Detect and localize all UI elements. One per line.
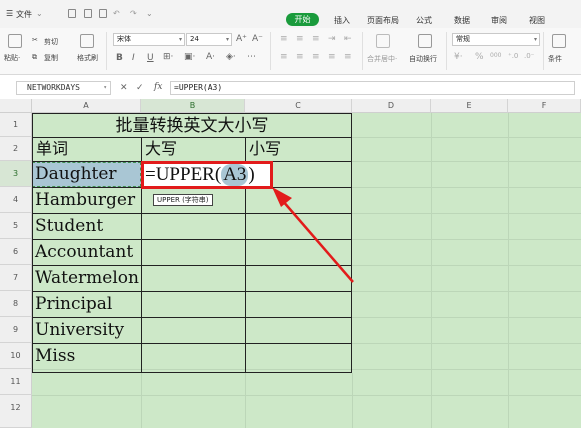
align-middle-icon[interactable]: ≡: [296, 34, 304, 44]
tab-view[interactable]: 视图: [529, 15, 545, 26]
cut-icon[interactable]: ✂: [32, 36, 38, 44]
align-right-icon[interactable]: ≡: [312, 52, 320, 62]
tab-review[interactable]: 审阅: [491, 15, 507, 26]
align-bottom-icon[interactable]: ≡: [312, 34, 320, 44]
chevron-down-icon: ▾: [178, 36, 182, 43]
italic-button[interactable]: I: [132, 53, 135, 63]
justify-icon[interactable]: ≡: [328, 52, 336, 62]
arrow-shaft: [281, 199, 354, 283]
ribbon-toolbar: 粘贴· ✂ 剪切 ⧉ 复制 格式刷 宋体 ▾ 24 ▾ A⁺ A⁻ B I U …: [0, 28, 581, 75]
fill-color-icon[interactable]: ▣·: [184, 52, 195, 62]
increase-font-icon[interactable]: A⁺: [236, 34, 247, 44]
tab-formulas[interactable]: 公式: [416, 15, 432, 26]
format-painter-button[interactable]: 格式刷: [77, 53, 98, 63]
wrap-text-icon[interactable]: [418, 34, 432, 48]
clear-format-icon[interactable]: ◈·: [226, 52, 236, 62]
outdent-icon[interactable]: ⇤: [344, 34, 352, 44]
thousands-button[interactable]: 000: [490, 52, 501, 59]
chevron-down-icon: ▾: [103, 84, 107, 91]
cancel-formula-icon[interactable]: ✕: [120, 83, 128, 93]
tab-insert[interactable]: 插入: [334, 15, 350, 26]
print-icon[interactable]: [84, 9, 92, 18]
chevron-down-icon[interactable]: ⌄: [36, 9, 43, 18]
arrow-head: [272, 187, 292, 207]
underline-button[interactable]: U: [147, 53, 154, 63]
wrap-text-button[interactable]: 自动换行: [409, 54, 437, 64]
name-box-value: NETWORKDAYS: [27, 83, 80, 92]
percent-button[interactable]: %: [475, 52, 484, 62]
file-menu[interactable]: 文件: [16, 9, 32, 20]
hamburger-menu-icon[interactable]: ☰: [6, 9, 13, 18]
formula-bar: NETWORKDAYS ▾ ✕ ✓ fx =UPPER(A3): [0, 79, 581, 97]
distributed-icon[interactable]: ≡: [344, 52, 352, 62]
increase-decimal-icon[interactable]: ⁺.0: [508, 52, 518, 60]
redo-icon[interactable]: ↷: [130, 9, 137, 18]
print-preview-icon[interactable]: [99, 9, 107, 18]
cut-button[interactable]: 剪切: [44, 37, 58, 47]
spreadsheet-grid[interactable]: A B C D E F 1 2 3 4 5 6 7 8 9 10 11 12 批…: [0, 99, 581, 428]
tab-page-layout[interactable]: 页面布局: [367, 15, 399, 26]
paste-icon[interactable]: [8, 34, 22, 48]
save-icon[interactable]: [68, 9, 76, 18]
align-top-icon[interactable]: ≡: [280, 34, 288, 44]
border-icon[interactable]: ⊞·: [163, 52, 173, 62]
chevron-down-icon: ▾: [533, 36, 537, 43]
font-name-select[interactable]: 宋体 ▾: [113, 33, 185, 46]
align-left-icon[interactable]: ≡: [280, 52, 288, 62]
decrease-font-icon[interactable]: A⁻: [252, 34, 263, 44]
number-format-select[interactable]: 常规 ▾: [452, 33, 540, 46]
indent-icon[interactable]: ⇥: [328, 34, 336, 44]
insert-function-button[interactable]: fx: [154, 82, 162, 92]
name-box[interactable]: NETWORKDAYS ▾: [16, 81, 111, 95]
conditional-format-icon[interactable]: [552, 34, 566, 48]
merge-center-button[interactable]: 合并居中·: [367, 54, 397, 64]
conditional-format-button[interactable]: 条件: [548, 54, 562, 64]
decrease-decimal-icon[interactable]: .0⁻: [524, 52, 534, 60]
align-center-icon[interactable]: ≡: [296, 52, 304, 62]
copy-icon[interactable]: ⧉: [32, 53, 37, 62]
paste-button[interactable]: 粘贴·: [4, 53, 20, 63]
currency-icon[interactable]: ¥·: [454, 52, 463, 62]
copy-button[interactable]: 复制: [44, 53, 58, 63]
confirm-formula-icon[interactable]: ✓: [136, 83, 144, 93]
annotation-arrow: [272, 187, 354, 283]
formula-input[interactable]: =UPPER(A3): [170, 81, 575, 95]
quick-access-chevron-icon[interactable]: ⌄: [146, 9, 153, 18]
font-size-select[interactable]: 24 ▾: [186, 33, 232, 46]
chevron-down-icon: ▾: [225, 36, 229, 43]
font-name-value: 宋体: [117, 35, 131, 43]
format-painter-icon[interactable]: [80, 34, 94, 48]
currency-symbol: ¥: [454, 52, 460, 62]
bold-button[interactable]: B: [116, 53, 123, 63]
font-color-icon[interactable]: A·: [206, 52, 215, 62]
tab-data[interactable]: 数据: [454, 15, 470, 26]
number-format-value: 常规: [456, 35, 470, 43]
font-size-value: 24: [190, 35, 199, 43]
tab-start[interactable]: 开始: [286, 13, 319, 26]
menu-bar: ☰ 文件 ⌄ ↶ ↷ ⌄ 开始 插入 页面布局 公式 数据 审阅 视图: [0, 0, 581, 28]
undo-icon[interactable]: ↶: [113, 9, 120, 18]
more-icon[interactable]: ⋯: [247, 52, 256, 62]
merge-center-icon[interactable]: [376, 34, 390, 48]
